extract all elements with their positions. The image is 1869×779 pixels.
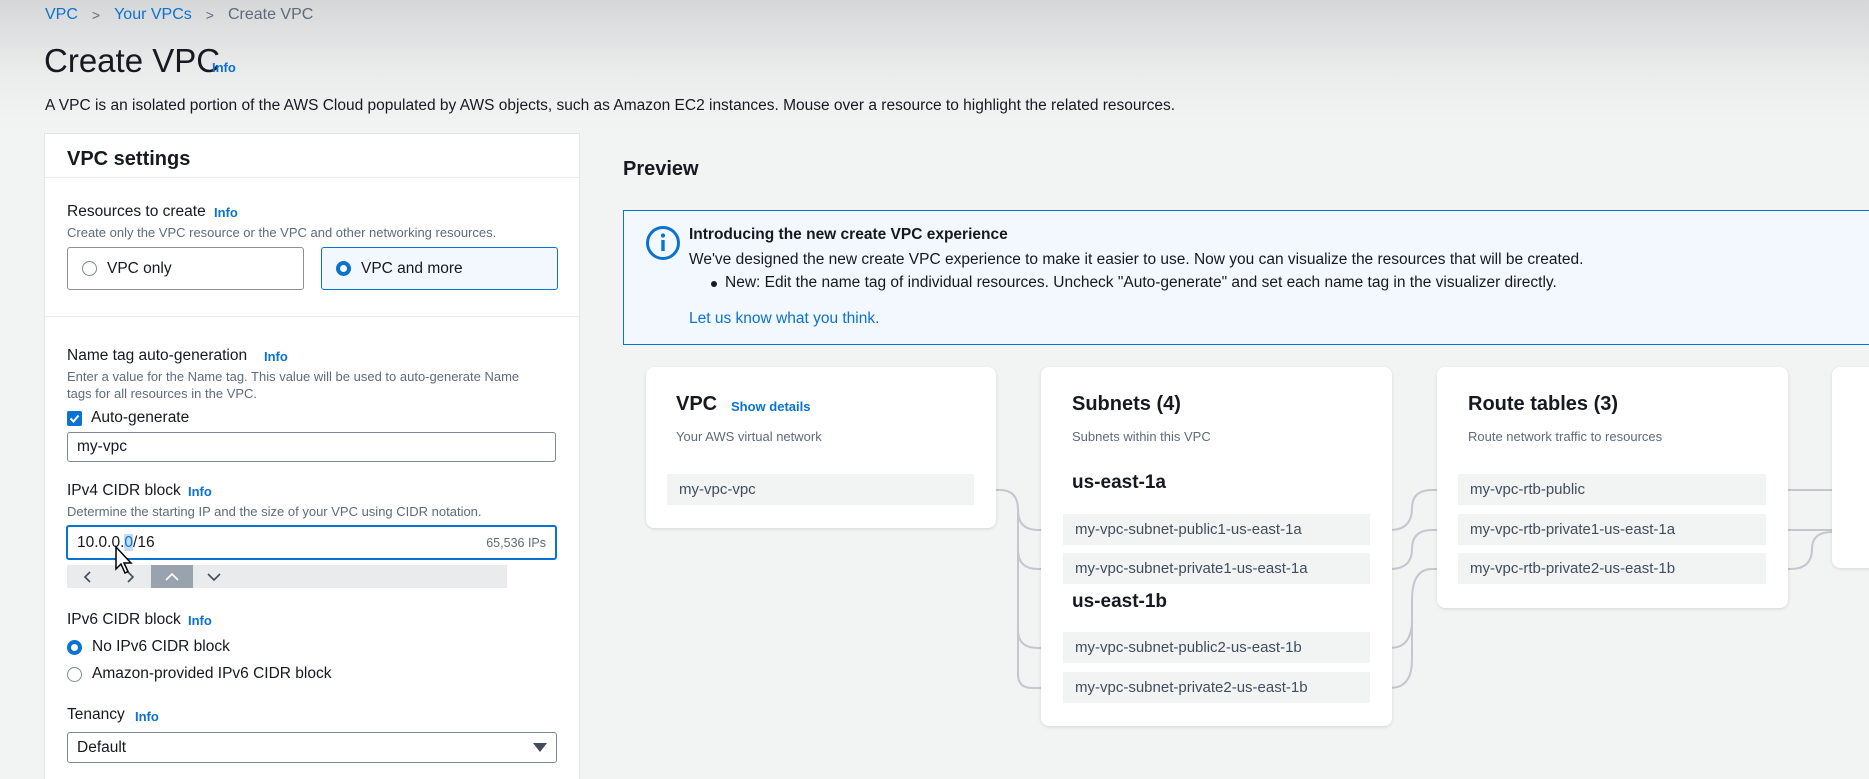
az-label-us-east-1b: us-east-1b [1072,591,1168,612]
route-table-private1[interactable]: my-vpc-rtb-private1-us-east-1a [1458,514,1766,545]
subnet-private1[interactable]: my-vpc-subnet-private1-us-east-1a [1063,553,1370,584]
vpc-show-details-link[interactable]: Show details [731,399,810,414]
subnet-private2[interactable]: my-vpc-subnet-private2-us-east-1b [1063,672,1370,703]
subnet-public2[interactable]: my-vpc-subnet-public2-us-east-1b [1063,632,1370,663]
vpc-card-subtitle: Your AWS virtual network [676,429,822,444]
subnets-card-title: Subnets (4) [1072,393,1181,415]
az-label-us-east-1a: us-east-1a [1072,472,1166,493]
route-tables-card-subtitle: Route network traffic to resources [1468,429,1663,444]
route-tables-card-title: Route tables (3) [1468,393,1619,415]
vpc-card-title: VPC [676,393,718,415]
subnet-public1[interactable]: my-vpc-subnet-public1-us-east-1a [1063,514,1370,545]
route-table-private2[interactable]: my-vpc-rtb-private2-us-east-1b [1458,553,1766,584]
route-table-public[interactable]: my-vpc-rtb-public [1458,474,1766,505]
subnets-card-subtitle: Subnets within this VPC [1072,429,1211,444]
vpc-resource[interactable]: my-vpc-vpc [667,474,974,505]
network-connections-card-partial [1832,367,1869,568]
